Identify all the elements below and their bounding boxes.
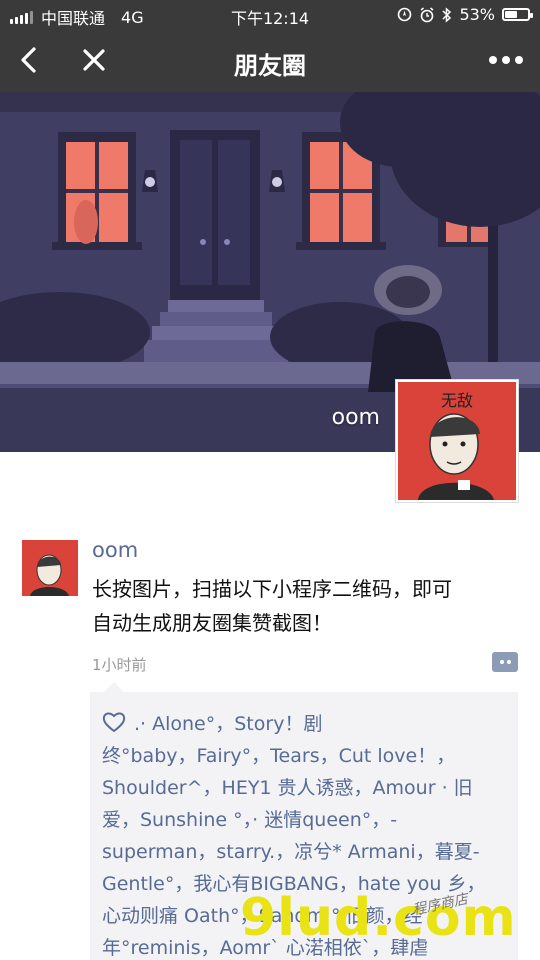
likes-line: 爱，Sunshine °，· 迷情queen°，-: [102, 809, 398, 831]
close-icon[interactable]: [76, 42, 112, 78]
avatar-portrait: 无敌: [398, 382, 516, 500]
likes-list: .· Alone°，Story！剧 终°baby，Fairy°，Tears，Cu…: [102, 708, 507, 960]
nav-bar: 朋友圈: [0, 30, 540, 92]
likes-panel: .· Alone°，Story！剧 终°baby，Fairy°，Tears，Cu…: [90, 682, 518, 960]
alarm-icon: [420, 6, 434, 22]
likes-line: 心动则痛 Oath°，Sandm ° 旧颜，经: [102, 905, 423, 927]
post-text-line: 长按图片，扫描以下小程序二维码，即可: [92, 577, 452, 601]
battery-icon: [502, 8, 533, 21]
heart-icon: [102, 712, 126, 733]
avatar-caption: 无敌: [441, 391, 473, 410]
post-author-avatar[interactable]: [22, 540, 78, 596]
likes-line: .· Alone°，Story！剧: [134, 713, 323, 735]
likes-line: 年°reminis，Aomr` 心渃相依`，肆虐: [102, 937, 429, 959]
bluetooth-icon: [442, 6, 452, 23]
profile-avatar[interactable]: 无敌: [396, 380, 518, 502]
post-content: 长按图片，扫描以下小程序二维码，即可 自动生成朋友圈集赞截图！: [92, 572, 512, 640]
likes-line: superman，starry.，凉兮* Armani，暮夏-: [102, 841, 480, 863]
post-text-line: 自动生成朋友圈集赞截图！: [92, 611, 332, 635]
top-bar: 中国联通 4G 下午12:14 53% 朋友圈: [0, 0, 540, 92]
post-timestamp: 1小时前: [92, 656, 147, 674]
comment-action-button[interactable]: [492, 652, 518, 672]
post-author-name[interactable]: oom: [92, 538, 138, 562]
author-avatar-portrait: [22, 540, 78, 596]
likes-line: 终°baby，Fairy°，Tears，Cut love！，: [102, 745, 456, 767]
likes-line: Gentle°，我心有BIGBANG，hate you 乡，: [102, 873, 486, 895]
battery-percent: 53%: [459, 5, 495, 24]
likes-line: Shoulder^，HEY1 贵人诱惑，Amour · 旧: [102, 777, 473, 799]
location-icon: [398, 7, 412, 22]
more-options-icon[interactable]: [486, 42, 526, 78]
cover-username: oom: [331, 405, 380, 430]
status-bar: 中国联通 4G 下午12:14 53%: [0, 0, 540, 30]
back-chevron-icon[interactable]: [12, 42, 48, 78]
